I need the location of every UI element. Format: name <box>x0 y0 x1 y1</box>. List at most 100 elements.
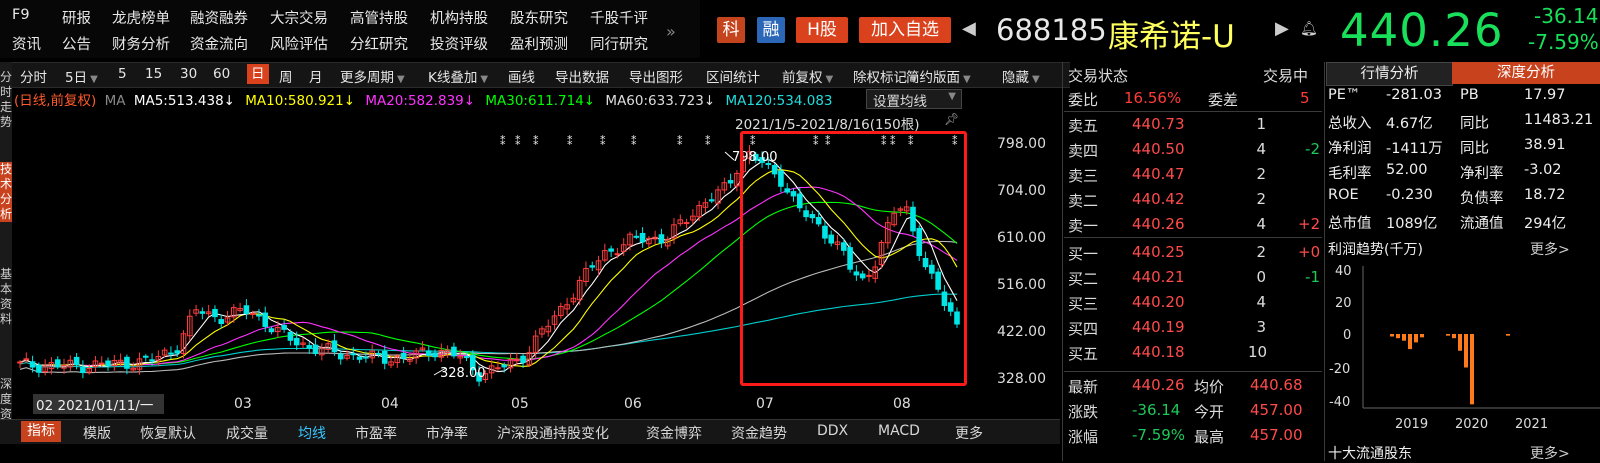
nav-more-button[interactable]: » <box>666 22 676 41</box>
toolbar-item[interactable]: 分时 <box>20 66 47 86</box>
indicator-tab[interactable]: 均线 <box>298 423 326 443</box>
toolbar-item[interactable]: 区间统计 <box>706 66 760 86</box>
indicator-tab[interactable]: 更多 <box>955 423 983 443</box>
orderbook-change: -1 <box>1305 268 1320 286</box>
tab-deep-analysis[interactable]: 深度分析 <box>1452 62 1600 84</box>
quote-stat-row: 涨幅 -7.59% 最高 457.00 <box>1068 424 1323 448</box>
top-holders-more-link[interactable]: 更多> <box>1530 443 1570 463</box>
tab-intraday[interactable]: 分时走势 <box>0 70 12 130</box>
y-axis-tick: 516.00 <box>997 277 1046 293</box>
indicator-tab[interactable]: DDX <box>817 423 848 439</box>
h-share-button[interactable]: H股 <box>796 17 848 43</box>
profit-more-link[interactable]: 更多> <box>1530 239 1570 259</box>
fundamental-label: 总市值 <box>1328 216 1372 232</box>
toolbar-item[interactable]: K线叠加 ▼ <box>428 66 488 86</box>
fundamental-value: -1411万 <box>1386 141 1443 157</box>
nav-row2-item[interactable]: 投资评级 <box>430 33 488 54</box>
ma10-value: MA10:580.921↓ <box>245 93 356 109</box>
pin-icon[interactable]: 📌︎ <box>944 112 959 126</box>
candle-body <box>168 352 174 355</box>
tab-basic-info[interactable]: 基本资料 <box>0 267 12 327</box>
toolbar-item[interactable]: 月 <box>309 66 323 86</box>
nav-row1-item[interactable]: 龙虎榜单 <box>112 7 170 28</box>
add-watchlist-button[interactable]: 加入自选 <box>859 17 951 43</box>
nav-row2-item[interactable]: 公告 <box>62 33 91 54</box>
indicator-tab[interactable]: 成交量 <box>226 423 268 443</box>
nav-row1-item[interactable]: 大宗交易 <box>270 7 328 28</box>
toolbar-item[interactable]: 更多周期 ▼ <box>340 66 405 86</box>
orderbook-row[interactable]: 卖三 440.47 2 <box>1068 163 1323 187</box>
stat-label: 均价 <box>1194 378 1225 396</box>
orderbook-row[interactable]: 买二 440.21 0 -1 <box>1068 266 1323 290</box>
nav-row1-item[interactable]: 研报 <box>62 7 91 28</box>
indicator-tab[interactable]: 资金博弈 <box>646 423 702 443</box>
indicator-tab[interactable]: 模版 <box>83 423 111 443</box>
stock-name: 康希诺-U <box>1108 19 1235 55</box>
candle-body <box>432 352 438 358</box>
toolbar-item[interactable]: 画线 <box>508 66 535 86</box>
fundamental-value: 18.72 <box>1524 187 1566 203</box>
toolbar-item[interactable]: 导出数据 <box>555 66 609 86</box>
nav-row2-item[interactable]: 分红研究 <box>350 33 408 54</box>
orderbook-row[interactable]: 卖二 440.42 2 <box>1068 188 1323 212</box>
toolbar-item[interactable]: 导出图形 <box>629 66 683 86</box>
orderbook-row[interactable]: 买四 440.19 3 <box>1068 316 1323 340</box>
bell-icon[interactable]: 🔔︎ <box>1300 21 1318 37</box>
candle-body <box>463 356 470 359</box>
nav-row2-item[interactable]: 同行研究 <box>590 33 648 54</box>
toolbar-item[interactable]: 隐藏 ▼ <box>1002 66 1040 86</box>
ma120-value: MA120:534.083 <box>725 93 833 109</box>
fundamental-label: ROE <box>1328 187 1359 203</box>
candle-body <box>212 308 218 318</box>
indicator-tab[interactable]: 市净率 <box>426 423 468 443</box>
indicator-tab[interactable]: 市盈率 <box>355 423 397 443</box>
tab-technical[interactable]: 技术分析 <box>0 162 12 222</box>
orderbook-row[interactable]: 卖一 440.26 4 +2 <box>1068 213 1323 237</box>
indicator-tab[interactable]: 沪深股通持股变化 <box>497 423 609 443</box>
fundamental-label: 同比 <box>1460 116 1489 132</box>
toolbar-item[interactable]: 周 <box>279 66 293 86</box>
toolbar-item[interactable]: 60 <box>213 66 230 82</box>
indicator-tab[interactable]: 恢复默认 <box>140 423 196 443</box>
nav-row1-item[interactable]: 机构持股 <box>430 7 488 28</box>
indicator-tab[interactable]: MACD <box>878 423 920 439</box>
candle-body <box>337 353 344 360</box>
nav-row1-item[interactable]: 高管持股 <box>350 7 408 28</box>
candle-body <box>589 265 596 268</box>
orderbook-row[interactable]: 卖四 440.50 4 -2 <box>1068 138 1323 162</box>
toolbar-item[interactable]: 5 <box>118 66 127 82</box>
orderbook-price: 440.21 <box>1132 268 1185 286</box>
indicator-tab[interactable]: 资金趋势 <box>731 423 787 443</box>
ma-settings-button[interactable]: 设置均线 ▼ <box>866 89 962 110</box>
nav-row2-item[interactable]: 资金流向 <box>190 33 248 54</box>
candle-body <box>287 331 294 341</box>
toolbar-item[interactable]: 30 <box>180 66 197 82</box>
quote-stat-row: 最新 440.26 均价 440.68 <box>1068 374 1323 398</box>
nav-row1-item[interactable]: 千股千评 <box>590 7 648 28</box>
toolbar-item[interactable]: 日 <box>247 64 269 84</box>
tab-market-analysis[interactable]: 行情分析 <box>1326 62 1453 86</box>
toolbar-item[interactable]: 简约版面 ▼ <box>906 66 971 86</box>
profit-trend-chart: 40 20 0 -20 -40 2019 2020 2021 <box>1329 264 1600 432</box>
nav-row1-item[interactable]: F9 <box>12 7 30 23</box>
indicator-tab[interactable]: 指标 <box>21 421 61 442</box>
toolbar-item[interactable]: 15 <box>145 66 162 82</box>
stat-value: 457.00 <box>1250 426 1303 444</box>
orderbook-row[interactable]: 买一 440.25 2 +0 <box>1068 241 1323 265</box>
quote-stat-row: 涨跌 -36.14 今开 457.00 <box>1068 399 1323 423</box>
orderbook-row[interactable]: 买五 440.18 10 <box>1068 341 1323 365</box>
prev-stock-icon[interactable]: ◀ <box>962 18 976 39</box>
orderbook-row[interactable]: 卖五 440.73 1 <box>1068 113 1323 137</box>
fundamental-row: 总收入 4.67亿 同比 11483.21 <box>1328 112 1600 136</box>
orderbook-row[interactable]: 买三 440.20 4 <box>1068 291 1323 315</box>
nav-row1-item[interactable]: 股东研究 <box>510 7 568 28</box>
nav-row1-item[interactable]: 融资融券 <box>190 7 248 28</box>
toolbar-item[interactable]: 5日 ▼ <box>65 66 98 86</box>
nav-row2-item[interactable]: 盈利预测 <box>510 33 568 54</box>
toolbar-item[interactable]: 前复权 ▼ <box>782 66 833 86</box>
nav-row2-item[interactable]: 风险评估 <box>270 33 328 54</box>
orderbook-change: +0 <box>1298 243 1321 261</box>
nav-row2-item[interactable]: 资讯 <box>12 33 41 54</box>
nav-row2-item[interactable]: 财务分析 <box>112 33 170 54</box>
next-stock-icon[interactable]: ▶ <box>1275 18 1289 39</box>
